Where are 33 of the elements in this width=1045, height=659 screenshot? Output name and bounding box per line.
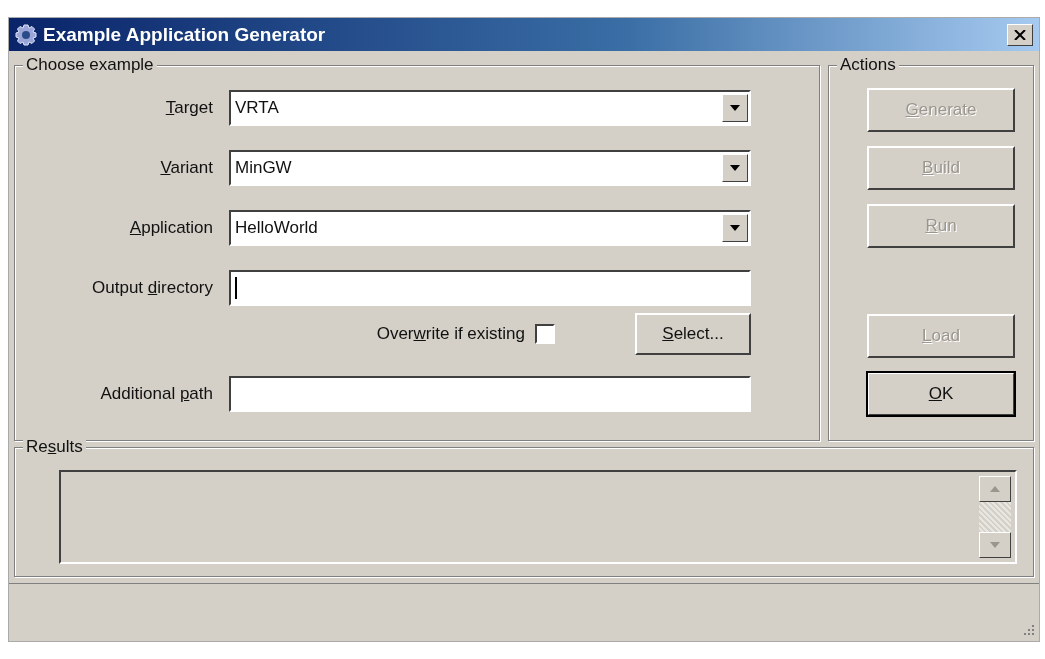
down-arrow-icon [730, 225, 740, 231]
scroll-down-button[interactable] [979, 532, 1011, 558]
dropdown-button[interactable] [722, 214, 748, 242]
window-title: Example Application Generator [43, 23, 327, 46]
gear-icon [15, 23, 37, 46]
group-legend: Results [23, 437, 86, 457]
dropdown-button[interactable] [722, 94, 748, 122]
down-arrow-icon [730, 165, 740, 171]
dropdown-field[interactable]: VRTA [229, 90, 751, 126]
dropdown-button[interactable] [722, 154, 748, 182]
field-label: Target [164, 98, 214, 118]
down-arrow-icon [990, 542, 1000, 548]
scroll-up-button[interactable] [979, 476, 1011, 502]
input-field[interactable] [229, 376, 751, 412]
field-label: Variant [159, 158, 214, 178]
input-field[interactable] [229, 270, 751, 306]
group-legend: Choose example [23, 55, 157, 75]
results-text-area[interactable] [59, 470, 1017, 564]
select-button[interactable]: Select... [635, 313, 751, 355]
dropdown-field[interactable]: MinGW [229, 150, 751, 186]
close-button[interactable] [1007, 23, 1033, 46]
field-label: Output directory [91, 278, 214, 298]
close-icon [1014, 29, 1026, 40]
scrollbar[interactable] [979, 476, 1011, 558]
resize-grip-icon[interactable] [1021, 623, 1035, 637]
up-arrow-icon [990, 486, 1000, 492]
dropdown-field[interactable]: HelloWorld [229, 210, 751, 246]
checkbox[interactable] [535, 324, 555, 344]
down-arrow-icon [730, 105, 740, 111]
checkbox-label: Overwrite if existing [376, 324, 525, 344]
field-label: Application [128, 218, 214, 238]
action-button[interactable]: OK [867, 372, 1015, 416]
field-label: Additional path [99, 384, 214, 404]
